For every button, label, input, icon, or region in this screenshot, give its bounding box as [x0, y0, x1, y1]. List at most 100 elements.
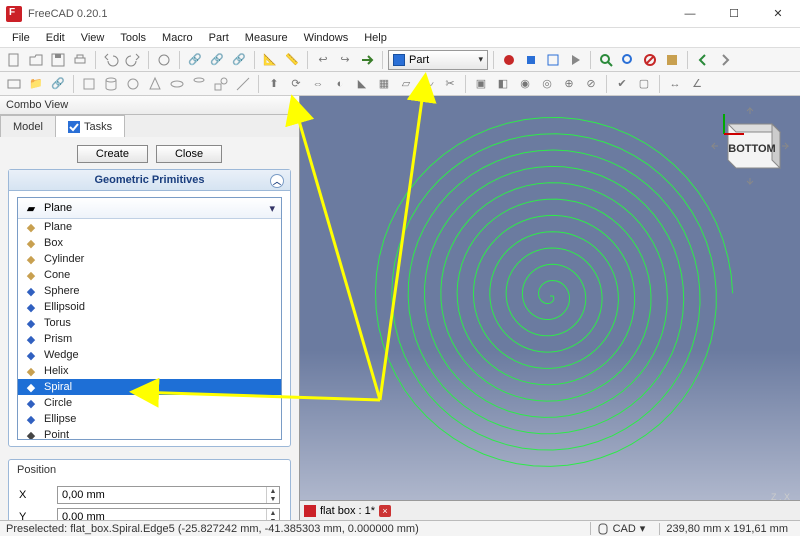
torus-icon[interactable] [167, 74, 187, 94]
status-cad-cell[interactable]: CAD ▾ [590, 522, 652, 535]
refresh-icon[interactable] [154, 50, 174, 70]
primitive-item-box[interactable]: ◆Box [18, 235, 281, 251]
part-group-icon[interactable] [4, 74, 24, 94]
primitive-item-cone[interactable]: ◆Cone [18, 267, 281, 283]
primitive-item-circle[interactable]: ◆Circle [18, 395, 281, 411]
menu-macro[interactable]: Macro [154, 30, 201, 46]
cylinder-icon[interactable] [101, 74, 121, 94]
primitive-item-helix[interactable]: ◆Helix [18, 363, 281, 379]
minimize-button[interactable]: ― [668, 0, 712, 28]
menu-file[interactable]: File [4, 30, 38, 46]
fillet-icon[interactable]: ◐ [330, 74, 350, 94]
shapebuilder-icon[interactable] [233, 74, 253, 94]
link-replace-icon[interactable]: 🔗 [229, 50, 249, 70]
workbench-selector[interactable]: Part ▾ [388, 50, 488, 70]
part-design-icon[interactable] [662, 50, 682, 70]
close-window-button[interactable]: ✕ [756, 0, 800, 28]
no-icon[interactable] [640, 50, 660, 70]
zoom-in-icon[interactable] [596, 50, 616, 70]
measure-angular-icon[interactable]: ∠ [687, 74, 707, 94]
revolve-icon[interactable]: ⟳ [286, 74, 306, 94]
menu-tools[interactable]: Tools [112, 30, 154, 46]
primitive-item-ellipse[interactable]: ◆Ellipse [18, 411, 281, 427]
menu-windows[interactable]: Windows [296, 30, 357, 46]
navigation-cube[interactable]: BOTTOM [708, 104, 792, 188]
tab-model[interactable]: Model [0, 115, 56, 137]
print-icon[interactable] [70, 50, 90, 70]
x-input[interactable] [58, 487, 266, 503]
macro-play-icon[interactable] [565, 50, 585, 70]
link-group-icon[interactable]: 🔗 [207, 50, 227, 70]
doc-tab-close-icon[interactable]: × [379, 505, 391, 517]
measure-linear-icon[interactable]: ↔ [665, 74, 685, 94]
close-button[interactable]: Close [156, 145, 222, 163]
redo-icon[interactable] [123, 50, 143, 70]
part-link-icon[interactable]: 🔗 [48, 74, 68, 94]
y-input[interactable] [58, 509, 266, 520]
menu-view[interactable]: View [73, 30, 113, 46]
check-icon[interactable]: ✔ [612, 74, 632, 94]
bool-union-icon[interactable]: ◉ [515, 74, 535, 94]
nav-back-icon[interactable] [693, 50, 713, 70]
ruled-icon[interactable]: ▦ [374, 74, 394, 94]
primitives-icon[interactable] [211, 74, 231, 94]
primitive-item-ellipsoid[interactable]: ◆Ellipsoid [18, 299, 281, 315]
measure-2-icon[interactable]: 📏 [282, 50, 302, 70]
bool-split-icon[interactable]: ⊘ [581, 74, 601, 94]
save-icon[interactable] [48, 50, 68, 70]
menu-edit[interactable]: Edit [38, 30, 73, 46]
back-icon[interactable]: ↩ [313, 50, 333, 70]
part-folder-icon[interactable]: 📁 [26, 74, 46, 94]
zoom-fit-icon[interactable] [618, 50, 638, 70]
tab-tasks[interactable]: Tasks [55, 115, 125, 137]
sweep-icon[interactable]: 〰 [418, 74, 438, 94]
extrude-icon[interactable]: ⬆ [264, 74, 284, 94]
bool-common-icon[interactable]: ◎ [537, 74, 557, 94]
y-spinbox[interactable]: ▲▼ [57, 508, 280, 520]
primitive-item-point[interactable]: ◆Point [18, 427, 281, 439]
doc-tab-label[interactable]: flat box : 1* [320, 505, 375, 517]
macro-stop-icon[interactable] [521, 50, 541, 70]
menu-help[interactable]: Help [356, 30, 395, 46]
chamfer-icon[interactable]: ◣ [352, 74, 372, 94]
menu-measure[interactable]: Measure [237, 30, 296, 46]
primitive-dropdown[interactable]: ▰ Plane ▾ ◆Plane◆Box◆Cylinder◆Cone◆Spher… [17, 197, 282, 440]
collapse-icon[interactable]: ︿ [270, 174, 284, 188]
y-spin-arrows[interactable]: ▲▼ [266, 509, 279, 520]
macro-record-icon[interactable] [499, 50, 519, 70]
geometric-primitives-header[interactable]: Geometric Primitives ︿ [9, 170, 290, 191]
primitive-item-prism[interactable]: ◆Prism [18, 331, 281, 347]
x-spin-arrows[interactable]: ▲▼ [266, 487, 279, 503]
bool-cut-icon[interactable]: ◧ [493, 74, 513, 94]
sphere-icon[interactable] [123, 74, 143, 94]
x-spinbox[interactable]: ▲▼ [57, 486, 280, 504]
cone-icon[interactable] [145, 74, 165, 94]
primitive-item-sphere[interactable]: ◆Sphere [18, 283, 281, 299]
loft-icon[interactable]: ▱ [396, 74, 416, 94]
create-button[interactable]: Create [77, 145, 148, 163]
menu-part[interactable]: Part [201, 30, 237, 46]
3d-viewport[interactable]: BOTTOM Z . X flat box : 1* × [300, 96, 800, 520]
go-icon[interactable] [357, 50, 377, 70]
cube-icon[interactable] [79, 74, 99, 94]
undo-icon[interactable] [101, 50, 121, 70]
primitive-dropdown-selected[interactable]: ▰ Plane ▾ [18, 198, 281, 219]
primitive-item-wedge[interactable]: ◆Wedge [18, 347, 281, 363]
bool-compound-icon[interactable]: ▣ [471, 74, 491, 94]
tube-icon[interactable] [189, 74, 209, 94]
section-icon[interactable]: ✂ [440, 74, 460, 94]
primitive-item-plane[interactable]: ◆Plane [18, 219, 281, 235]
primitive-item-spiral[interactable]: ◆Spiral [18, 379, 281, 395]
link-icon[interactable]: 🔗 [185, 50, 205, 70]
measure-icon[interactable]: 📐 [260, 50, 280, 70]
nav-fwd-icon[interactable] [715, 50, 735, 70]
bool-join-icon[interactable]: ⊕ [559, 74, 579, 94]
open-icon[interactable] [26, 50, 46, 70]
macro-list-icon[interactable] [543, 50, 563, 70]
primitive-item-cylinder[interactable]: ◆Cylinder [18, 251, 281, 267]
maximize-button[interactable]: ☐ [712, 0, 756, 28]
mirror-icon[interactable]: ⇔ [308, 74, 328, 94]
forward-icon[interactable]: ↪ [335, 50, 355, 70]
primitive-item-torus[interactable]: ◆Torus [18, 315, 281, 331]
defeature-icon[interactable]: ▢ [634, 74, 654, 94]
